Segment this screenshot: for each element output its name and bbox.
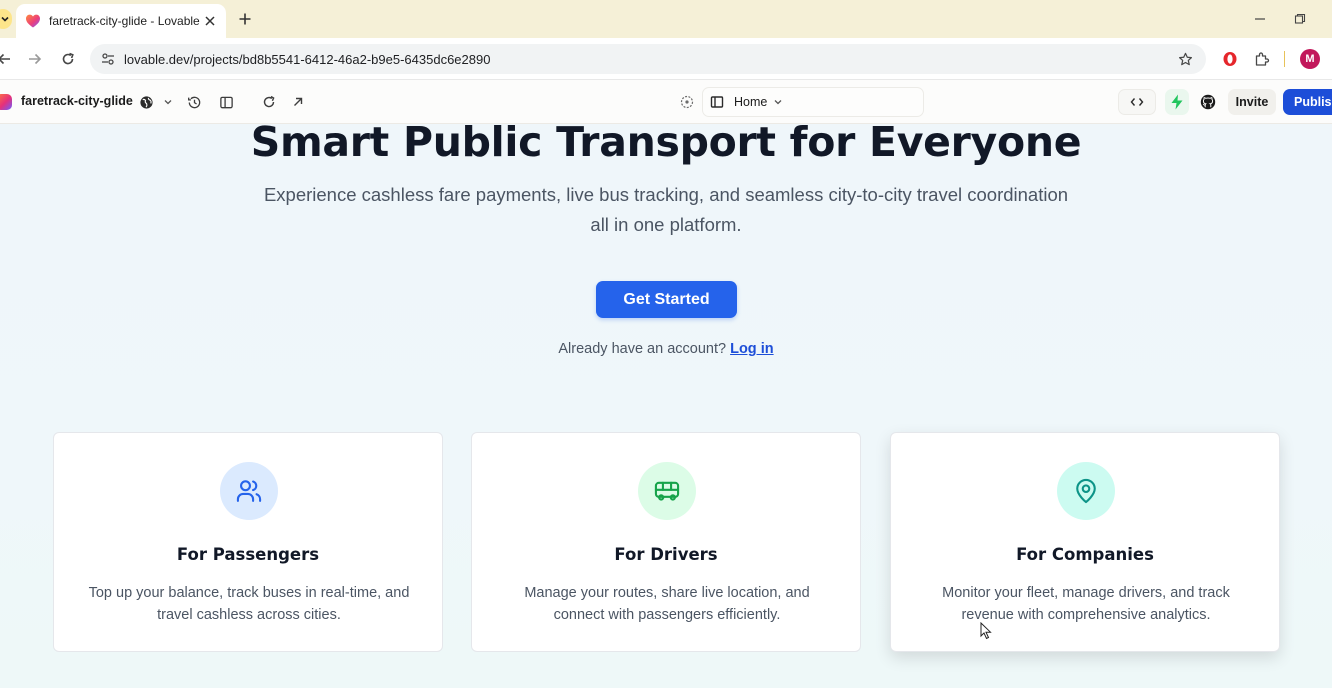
invite-button[interactable]: Invite	[1228, 89, 1276, 115]
project-toolbar: faretrack-city-glide Home Invite Publish	[0, 80, 1332, 124]
profile-avatar[interactable]: M	[1300, 49, 1320, 69]
hero-title: Smart Public Transport for Everyone	[250, 124, 1082, 166]
code-brackets-icon	[1130, 98, 1144, 106]
map-pin-icon	[1076, 478, 1096, 504]
card-description: Monitor your fleet, manage drivers, and …	[942, 585, 1230, 623]
address-bar[interactable]: lovable.dev/projects/bd8b5541-6412-46a2-…	[90, 44, 1206, 74]
restore-window-icon[interactable]	[1290, 9, 1310, 29]
browser-tab[interactable]: faretrack-city-glide - Lovable	[16, 4, 226, 38]
new-tab-plus-icon[interactable]	[236, 10, 254, 28]
feature-card-drivers: For Drivers Manage your routes, share li…	[471, 432, 861, 652]
passengers-icon-circle	[220, 462, 278, 520]
login-link[interactable]: Log in	[730, 341, 774, 357]
url-text: lovable.dev/projects/bd8b5541-6412-46a2-…	[124, 51, 491, 67]
mouse-cursor-icon	[980, 622, 992, 640]
companies-icon-circle	[1057, 462, 1115, 520]
tab-title: faretrack-city-glide - Lovable	[49, 14, 200, 28]
feature-card-passengers: For Passengers Top up your balance, trac…	[53, 432, 443, 652]
card-title: For Passengers	[176, 545, 320, 564]
browser-toolbar: lovable.dev/projects/bd8b5541-6412-46a2-…	[0, 38, 1332, 80]
device-preview-icon[interactable]	[677, 92, 697, 112]
tab-close-icon[interactable]	[202, 13, 218, 29]
sidebar-toggle-icon[interactable]	[216, 92, 236, 112]
extensions-puzzle-icon[interactable]	[1252, 49, 1272, 69]
back-arrow-icon[interactable]	[0, 49, 14, 69]
publish-button[interactable]: Publish	[1283, 89, 1332, 115]
route-label: Home	[734, 95, 768, 109]
site-settings-icon[interactable]	[99, 50, 117, 68]
login-prompt-text: Already have an account?	[558, 341, 727, 357]
project-name[interactable]: faretrack-city-glide	[21, 94, 133, 108]
lightning-icon	[1171, 94, 1183, 110]
route-selector[interactable]: Home	[702, 87, 924, 117]
card-title: For Drivers	[614, 545, 718, 564]
card-description: Manage your routes, share live location,…	[524, 585, 810, 623]
code-view-button[interactable]	[1118, 89, 1156, 115]
app-preview: Smart Public Transport for Everyone Expe…	[0, 124, 1332, 688]
bookmark-star-icon[interactable]	[1176, 50, 1194, 68]
project-menu-chevron-icon[interactable]	[158, 92, 178, 112]
toolbar-divider	[1284, 51, 1285, 67]
forward-arrow-icon[interactable]	[25, 49, 45, 69]
feature-card-companies: For Companies Monitor your fleet, manage…	[890, 432, 1280, 652]
reload-icon[interactable]	[58, 49, 78, 69]
bus-icon	[654, 481, 680, 501]
open-external-arrow-icon[interactable]	[288, 92, 308, 112]
browser-tab-strip: faretrack-city-glide - Lovable	[0, 0, 1332, 38]
github-icon	[1200, 94, 1216, 110]
page-layout-icon	[710, 96, 724, 108]
users-icon	[236, 480, 262, 502]
tab-search-button[interactable]	[0, 9, 12, 29]
get-started-button[interactable]: Get Started	[596, 281, 737, 318]
globe-icon[interactable]	[136, 92, 156, 112]
lovable-logo-icon[interactable]	[0, 94, 12, 110]
history-icon[interactable]	[184, 92, 204, 112]
route-chevron-down-icon	[774, 100, 782, 105]
card-title: For Companies	[1016, 545, 1154, 564]
minimize-icon[interactable]	[1250, 9, 1270, 29]
drivers-icon-circle	[638, 462, 696, 520]
lovable-favicon-icon	[26, 14, 40, 28]
login-prompt-line: Already have an account? Log in	[0, 341, 1332, 357]
supabase-button[interactable]	[1165, 89, 1189, 115]
chevron-down-icon	[1, 16, 9, 22]
hero-subtitle: Experience cashless fare payments, live …	[263, 184, 1069, 235]
card-description: Top up your balance, track buses in real…	[88, 585, 410, 623]
refresh-preview-icon[interactable]	[259, 92, 279, 112]
opera-extension-icon[interactable]	[1220, 49, 1240, 69]
github-button[interactable]	[1196, 89, 1220, 115]
